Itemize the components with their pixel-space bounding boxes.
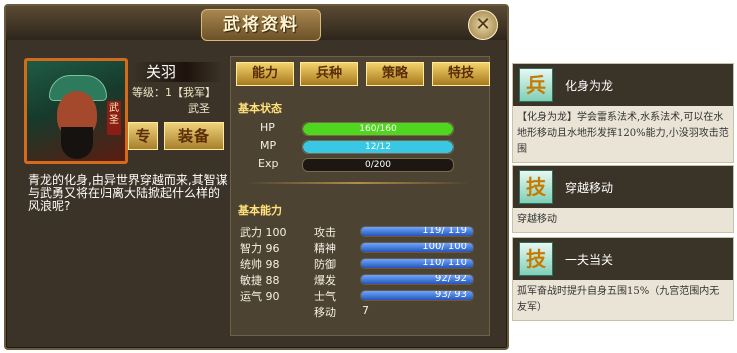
- baofa-bar: 92/ 92: [360, 274, 474, 285]
- mp-value: 12/12: [365, 142, 391, 152]
- close-button[interactable]: ✕: [468, 10, 498, 40]
- stat-minjie: 敏捷 88: [240, 272, 280, 288]
- stat-fangyu-label: 防御: [314, 258, 336, 271]
- skill-header: 兵 化身为龙: [513, 64, 733, 106]
- exp-value: 0/200: [365, 160, 391, 170]
- fangyu-bar: 110/ 110: [360, 258, 474, 269]
- move-label: 移动: [314, 306, 336, 319]
- stat-name: 敏捷: [240, 274, 262, 287]
- portrait-beard: [61, 127, 93, 159]
- hp-value: 160/160: [359, 124, 397, 134]
- special-button[interactable]: 专: [128, 122, 158, 150]
- stat-jingshen-label: 精神: [314, 242, 336, 255]
- mp-label: MP: [260, 139, 277, 152]
- basic-ability-heading: 基本能力: [238, 204, 282, 217]
- stat-value: 98: [265, 258, 280, 271]
- stat-name: 智力: [240, 242, 262, 255]
- equip-button[interactable]: 装备: [164, 122, 224, 150]
- shiqi-bar: 93/ 93: [360, 290, 474, 301]
- stat-value: 90: [265, 290, 280, 303]
- tab-strategy[interactable]: 策略: [366, 62, 424, 86]
- window-title: 武将资料: [201, 9, 321, 41]
- jingshen-value: 100/ 100: [422, 242, 467, 252]
- stat-gongji-label: 攻击: [314, 226, 336, 239]
- skill-type-badge: 技: [519, 170, 553, 204]
- exp-bar: 0/200: [302, 158, 454, 172]
- skill-description: 孤军奋战时提升自身五围15%（九宫范围内无友军）: [517, 286, 720, 313]
- skill-name: 化身为龙: [565, 79, 614, 93]
- mp-bar: 12/12: [302, 140, 454, 154]
- section-divider: [246, 182, 470, 184]
- skill-card-1[interactable]: 兵 化身为龙 【化身为龙】学会雷系法术,水系法术,可以在水地形移动且水地形发挥1…: [512, 63, 734, 163]
- tab-skill[interactable]: 特技: [432, 62, 490, 86]
- skill-card-2[interactable]: 技 穿越移动 穿越移动: [512, 165, 734, 233]
- stat-tongshuai: 统帅 98: [240, 256, 280, 272]
- stat-wuli: 武力 100: [240, 224, 287, 240]
- skill-header: 技 一夫当关: [513, 238, 733, 280]
- skill-name: 一夫当关: [565, 253, 614, 267]
- move-value: 7: [362, 304, 369, 317]
- exp-label: Exp: [258, 157, 279, 170]
- skill-name: 穿越移动: [565, 181, 614, 195]
- stat-baofa-label: 爆发: [314, 274, 336, 287]
- hero-name: 关羽: [132, 62, 222, 82]
- stat-value: 96: [265, 242, 280, 255]
- stat-shiqi-label: 士气: [314, 290, 336, 303]
- hp-label: HP: [260, 121, 275, 134]
- stat-zhili: 智力 96: [240, 240, 280, 256]
- hp-bar: 160/160: [302, 122, 454, 136]
- stat-yunqi: 运气 90: [240, 288, 280, 304]
- stat-name: 武力: [240, 226, 262, 239]
- tab-ability[interactable]: 能力: [236, 62, 294, 86]
- hero-portrait: 武圣: [24, 58, 128, 164]
- skill-type-badge: 技: [519, 242, 553, 276]
- gongji-value: 119/ 119: [422, 226, 467, 236]
- stat-name: 运气: [240, 290, 262, 303]
- stat-name: 统帅: [240, 258, 262, 271]
- stat-value: 100: [265, 226, 287, 239]
- skill-header: 技 穿越移动: [513, 166, 733, 208]
- hero-rank: 武圣: [188, 102, 210, 115]
- skill-description: 【化身为龙】学会雷系法术,水系法术,可以在水地形移动且水地形发挥120%能力,小…: [517, 112, 729, 155]
- hero-bio: 青龙的化身,由异世界穿越而来,其智谋与武勇又将在归离大陆掀起什么样的风浪呢?: [28, 173, 228, 213]
- gongji-bar: 119/ 119: [360, 226, 474, 237]
- hero-level: 等级：1【我军】: [132, 86, 216, 99]
- fangyu-value: 110/ 110: [422, 258, 467, 268]
- shiqi-value: 93/ 93: [435, 290, 467, 300]
- stat-value: 88: [265, 274, 280, 287]
- jingshen-bar: 100/ 100: [360, 242, 474, 253]
- baofa-value: 92/ 92: [435, 274, 467, 284]
- tab-troop[interactable]: 兵种: [300, 62, 358, 86]
- skill-type-badge: 兵: [519, 68, 553, 102]
- portrait-rank-tag: 武圣: [107, 101, 121, 135]
- skill-card-3[interactable]: 技 一夫当关 孤军奋战时提升自身五围15%（九宫范围内无友军）: [512, 237, 734, 321]
- basic-status-heading: 基本状态: [238, 102, 282, 115]
- skill-description: 穿越移动: [517, 214, 557, 225]
